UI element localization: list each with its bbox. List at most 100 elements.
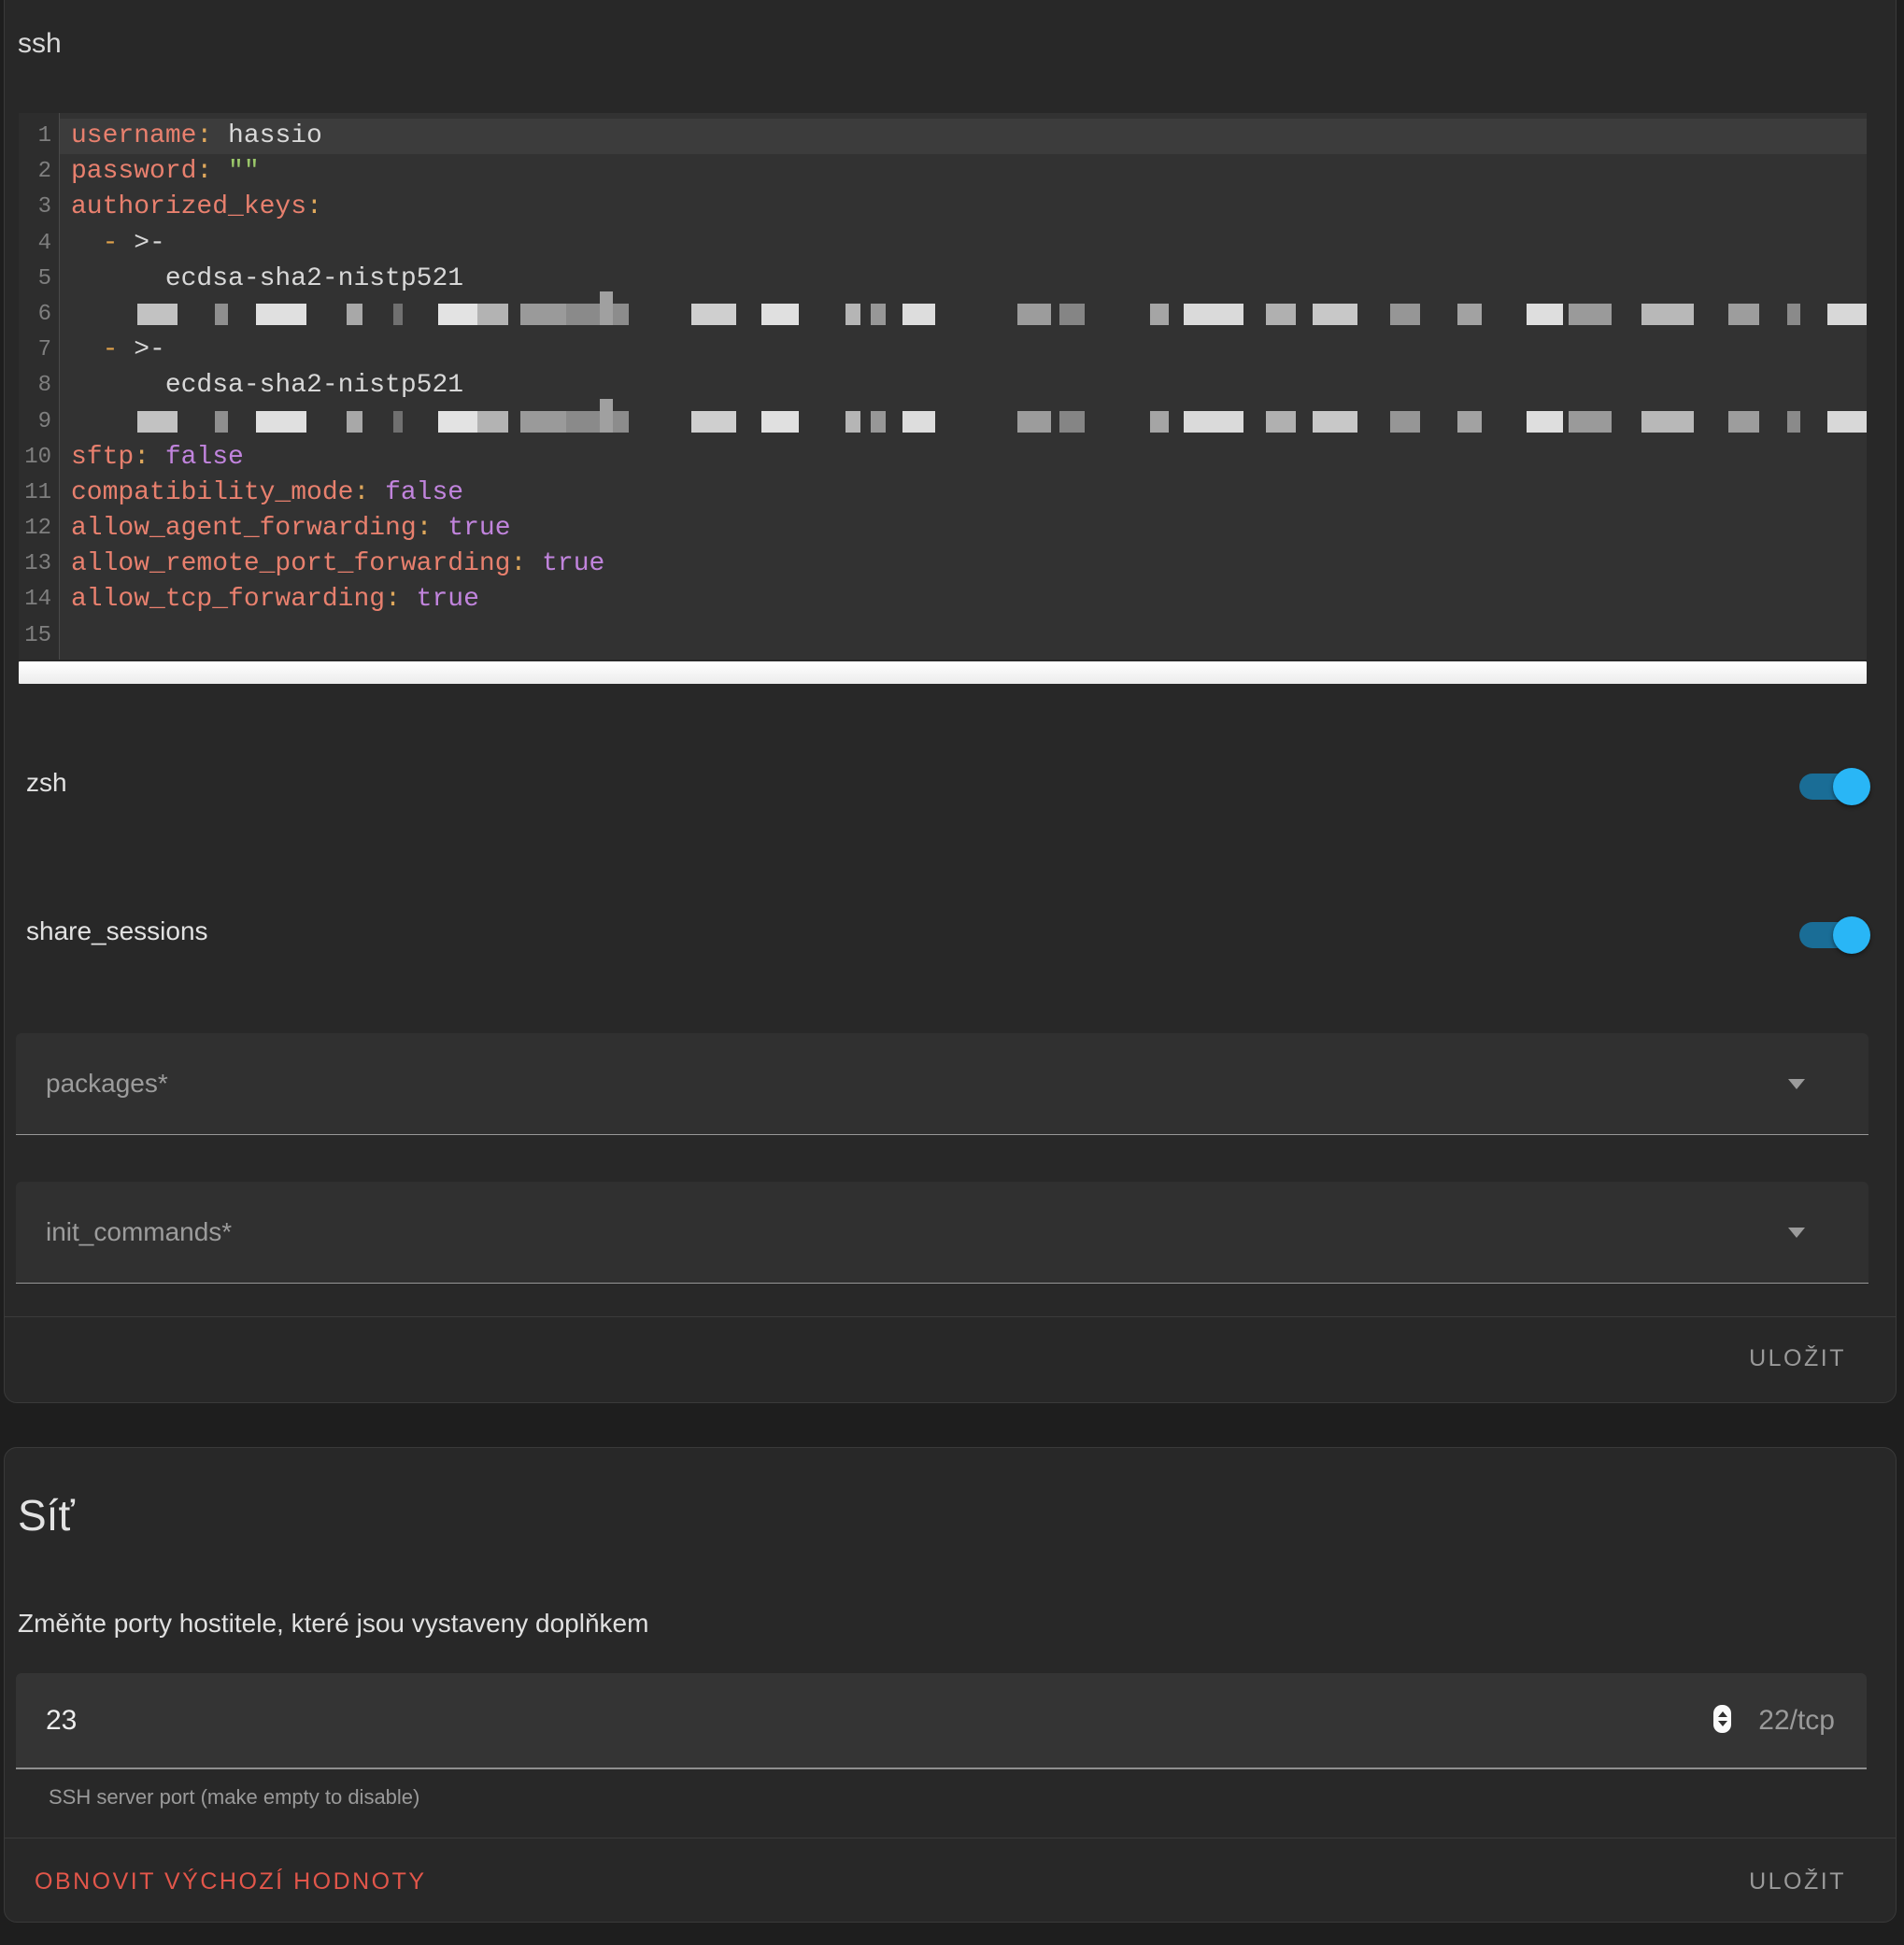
redacted-pixel-block [520, 411, 566, 433]
network-card-description: Změňte porty hostitele, které jsou vysta… [18, 1608, 648, 1640]
redacted-pixel-block [761, 304, 799, 325]
redacted-pixel-block [1728, 411, 1759, 433]
redacted-pixel-block [393, 411, 403, 433]
redacted-pixel-block [215, 304, 228, 325]
line-number: 11 [19, 476, 59, 511]
init-commands-select[interactable]: init_commands* [16, 1182, 1868, 1284]
redacted-pixel-block [845, 411, 860, 433]
code-line: allow_agent_forwarding: true [71, 511, 1867, 547]
redacted-pixel-block [1390, 411, 1420, 433]
line-number: 3 [19, 190, 59, 225]
redacted-pixel-block [902, 411, 935, 433]
code-line: authorized_keys: [71, 190, 1867, 225]
code-line: ecdsa-sha2-nistp521 [71, 368, 1867, 404]
redacted-pixel-block [566, 304, 600, 325]
redacted-pixel-block [1017, 411, 1051, 433]
redacted-pixel-block [520, 304, 566, 325]
redacted-pixel-block [1641, 304, 1694, 325]
redacted-pixel-block [761, 411, 799, 433]
redacted-pixel-block [1527, 304, 1563, 325]
line-number: 14 [19, 582, 59, 618]
line-number: 2 [19, 154, 59, 190]
redacted-pixel-block [1390, 304, 1420, 325]
redacted-pixel-block [1728, 304, 1759, 325]
yaml-editor-content[interactable]: 123456789101112131415 username: hassiopa… [19, 113, 1867, 660]
redacted-pixel-block [1150, 304, 1169, 325]
redacted-pixel-block [347, 411, 362, 433]
redacted-pixel-block [1059, 411, 1085, 433]
redacted-pixel-block [1827, 411, 1867, 433]
redacted-pixel-block [613, 411, 629, 433]
card-footer-divider [5, 1838, 1896, 1839]
share-sessions-toggle[interactable] [1799, 916, 1870, 955]
chevron-down-icon[interactable] [1788, 1079, 1805, 1089]
redacted-pixel-block [1313, 304, 1357, 325]
redacted-pixel-block [871, 411, 886, 433]
line-number: 6 [19, 297, 59, 333]
redacted-pixel-block [600, 291, 613, 325]
packages-select[interactable]: packages* [16, 1033, 1868, 1135]
line-number: 15 [19, 618, 59, 654]
redacted-pixel-block [1569, 304, 1612, 325]
redacted-pixel-block [256, 304, 306, 325]
toggle-thumb [1833, 916, 1870, 954]
stepper-down-icon[interactable] [1718, 1721, 1727, 1726]
redacted-pixel-block [1827, 304, 1867, 325]
redacted-pixel-block [1787, 304, 1800, 325]
redacted-pixel-block [347, 304, 362, 325]
redacted-pixel-block [1266, 304, 1296, 325]
redacted-pixel-block [1184, 304, 1243, 325]
toggle-label-zsh: zsh [26, 767, 67, 799]
chevron-down-icon[interactable] [1788, 1228, 1805, 1238]
redacted-pixel-block [1059, 304, 1085, 325]
save-network-button[interactable]: ULOŽIT [1749, 1869, 1846, 1894]
code-line: compatibility_mode: false [71, 476, 1867, 511]
line-number: 7 [19, 333, 59, 368]
number-stepper-icon[interactable] [1713, 1705, 1731, 1733]
code-line-redacted [71, 297, 1867, 333]
code-line: allow_tcp_forwarding: true [71, 582, 1867, 618]
save-options-button[interactable]: ULOŽIT [1749, 1346, 1846, 1370]
code-line: - >- [71, 333, 1867, 368]
redacted-pixel-block [137, 411, 178, 433]
code-line: password: "" [71, 154, 1867, 190]
reset-defaults-button[interactable]: OBNOVIT VÝCHOZÍ HODNOTY [35, 1869, 427, 1894]
redacted-pixel-block [600, 399, 613, 433]
code-line: sftp: false [71, 440, 1867, 476]
editor-line-number-gutter: 123456789101112131415 [19, 113, 60, 660]
redacted-pixel-block [845, 304, 860, 325]
editor-horizontal-scrollbar[interactable] [19, 661, 1867, 684]
redacted-pixel-block [1641, 411, 1694, 433]
line-number: 5 [19, 262, 59, 297]
line-number: 10 [19, 440, 59, 476]
port-input-value[interactable]: 23 [46, 1673, 77, 1768]
line-number: 1 [19, 119, 59, 154]
yaml-editor[interactable]: 123456789101112131415 username: hassiopa… [19, 113, 1867, 684]
network-card: Síť Změňte porty hostitele, které jsou v… [4, 1447, 1897, 1923]
redacted-pixel-block [256, 411, 306, 433]
line-number: 8 [19, 368, 59, 404]
code-line-redacted [71, 405, 1867, 440]
zsh-toggle[interactable] [1799, 767, 1870, 806]
toggle-label-share-sessions: share_sessions [26, 916, 208, 947]
redacted-pixel-block [871, 304, 886, 325]
toggle-thumb [1833, 768, 1870, 805]
line-number: 12 [19, 511, 59, 547]
redacted-pixel-block [1150, 411, 1169, 433]
stepper-up-icon[interactable] [1718, 1711, 1727, 1717]
redacted-pixel-block [1313, 411, 1357, 433]
yaml-field-label: ssh [18, 28, 62, 60]
redacted-pixel-block [1184, 411, 1243, 433]
options-card: ssh 123456789101112131415 username: hass… [4, 0, 1897, 1403]
container-port-label: 22/tcp [1758, 1673, 1835, 1768]
code-line: - >- [71, 226, 1867, 262]
redacted-pixel-block [902, 304, 935, 325]
editor-code-area[interactable]: username: hassiopassword: ""authorized_k… [60, 113, 1867, 660]
ssh-port-input[interactable]: 23 22/tcp [16, 1673, 1867, 1769]
redacted-pixel-block [438, 411, 477, 433]
redacted-pixel-block [1569, 411, 1612, 433]
redacted-pixel-block [393, 304, 403, 325]
redacted-pixel-block [1787, 411, 1800, 433]
code-line: allow_remote_port_forwarding: true [71, 547, 1867, 582]
select-label: packages* [46, 1033, 168, 1134]
